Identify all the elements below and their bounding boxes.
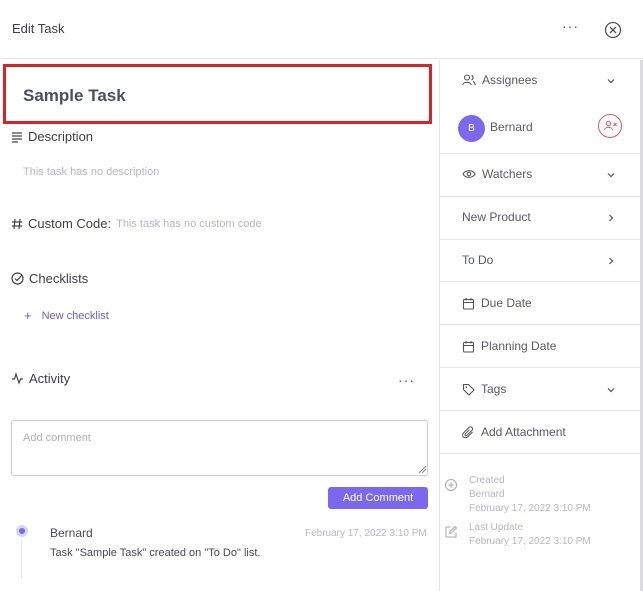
activity-text: Task "Sample Task" created on "To Do" li… bbox=[50, 547, 261, 559]
assignees-toggle[interactable]: Assignees bbox=[462, 73, 537, 87]
activity-label: Activity bbox=[29, 371, 71, 386]
chevron-right-icon bbox=[609, 257, 614, 265]
resize-handle-icon[interactable] bbox=[418, 465, 427, 474]
activity-section: Activity bbox=[11, 371, 70, 386]
planning-date-label-wrap: Planning Date bbox=[462, 339, 556, 353]
more-options-button[interactable]: ··· bbox=[562, 19, 579, 33]
plus-icon: + bbox=[24, 308, 32, 323]
updated-info: Last Update February 17, 2022 3:10 PM bbox=[469, 521, 591, 549]
chevron-down-icon[interactable] bbox=[606, 76, 616, 86]
watchers-label: Watchers bbox=[482, 167, 533, 181]
custom-code-text[interactable]: This task has no custom code bbox=[116, 218, 262, 230]
align-left-icon bbox=[12, 131, 22, 143]
due-date-label-wrap: Due Date bbox=[462, 296, 532, 310]
created-info: Created Bernard February 17, 2022 3:10 P… bbox=[469, 474, 591, 516]
custom-code-section: Custom Code: This task has no custom cod… bbox=[11, 216, 262, 231]
comment-input[interactable] bbox=[11, 420, 428, 476]
activity-icon bbox=[12, 372, 23, 385]
description-text[interactable]: This task has no description bbox=[23, 166, 159, 178]
tag-icon bbox=[462, 383, 475, 396]
watchers-row[interactable]: Watchers bbox=[440, 154, 640, 197]
activity-more-button[interactable]: ··· bbox=[398, 373, 415, 387]
assignee-name: Bernard bbox=[490, 120, 533, 134]
dialog-header: Edit Task ··· bbox=[0, 0, 643, 59]
hash-icon bbox=[12, 218, 22, 229]
checklists-section: Checklists bbox=[11, 271, 88, 286]
user-remove-icon bbox=[604, 120, 617, 131]
chevron-down-icon[interactable] bbox=[606, 385, 616, 395]
planning-date-row[interactable]: Planning Date bbox=[440, 325, 640, 368]
chevron-right-icon bbox=[609, 214, 614, 222]
timeline-line bbox=[21, 538, 22, 578]
created-time: February 17, 2022 3:10 PM bbox=[469, 503, 591, 514]
due-date-row[interactable]: Due Date bbox=[440, 282, 640, 325]
updated-time: February 17, 2022 3:10 PM bbox=[469, 536, 591, 547]
description-label: Description bbox=[28, 129, 94, 144]
planning-date-label: Planning Date bbox=[481, 339, 557, 353]
project-row[interactable]: New Product bbox=[440, 197, 640, 240]
calendar-icon bbox=[462, 297, 475, 310]
attachment-label-wrap: Add Attachment bbox=[462, 425, 566, 439]
tags-label: Tags bbox=[481, 382, 507, 396]
paperclip-icon bbox=[462, 425, 473, 438]
plus-circle-icon bbox=[445, 479, 457, 491]
new-checklist-label: New checklist bbox=[41, 309, 109, 322]
watchers-label-wrap: Watchers bbox=[462, 167, 532, 181]
assignees-label: Assignees bbox=[482, 73, 538, 87]
updated-label: Last Update bbox=[469, 522, 523, 533]
chevron-down-icon[interactable] bbox=[606, 170, 616, 180]
activity-time: February 17, 2022 3:10 PM bbox=[305, 528, 427, 539]
check-circle-icon bbox=[11, 272, 24, 285]
avatar: B bbox=[458, 115, 485, 142]
timeline-dot bbox=[16, 525, 28, 537]
project-label: New Product bbox=[462, 210, 531, 224]
attachment-label: Add Attachment bbox=[481, 425, 566, 439]
created-by: Bernard bbox=[469, 489, 505, 500]
remove-assignee-button[interactable] bbox=[598, 114, 622, 138]
status-label: To Do bbox=[462, 253, 494, 267]
users-icon bbox=[462, 74, 476, 86]
eye-icon bbox=[462, 170, 476, 178]
due-date-label: Due Date bbox=[481, 296, 532, 310]
task-name-field[interactable]: Sample Task bbox=[3, 64, 432, 124]
task-sidebar: Assignees B Bernard Watchers New Product… bbox=[440, 60, 643, 591]
tags-row[interactable]: Tags bbox=[440, 368, 640, 411]
created-label: Created bbox=[469, 475, 505, 486]
custom-code-label: Custom Code: bbox=[28, 216, 112, 231]
checklists-label: Checklists bbox=[29, 271, 89, 286]
activity-author: Bernard bbox=[50, 526, 93, 540]
calendar-icon bbox=[462, 340, 475, 353]
add-comment-button[interactable]: Add Comment bbox=[328, 487, 428, 509]
task-main-panel: Sample Task Description This task has no… bbox=[0, 60, 439, 591]
edit-icon bbox=[445, 525, 458, 538]
new-checklist-button[interactable]: + New checklist bbox=[24, 308, 109, 323]
tags-label-wrap: Tags bbox=[462, 382, 506, 396]
close-icon[interactable] bbox=[604, 21, 622, 39]
status-row[interactable]: To Do bbox=[440, 240, 640, 282]
assignees-section: Assignees B Bernard bbox=[440, 60, 640, 154]
dialog-title: Edit Task bbox=[12, 21, 65, 36]
description-section: Description bbox=[11, 129, 93, 144]
add-attachment-row[interactable]: Add Attachment bbox=[440, 411, 640, 454]
task-name: Sample Task bbox=[23, 86, 126, 105]
